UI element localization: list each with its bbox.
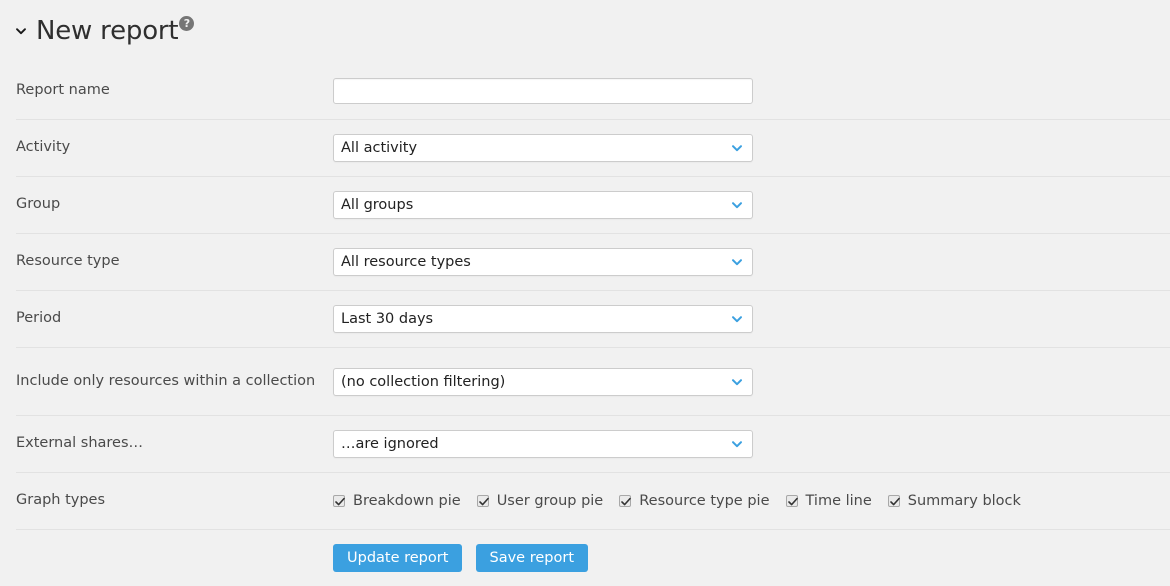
field-resource-type: All resource types (333, 248, 1170, 276)
update-report-button[interactable]: Update report (333, 544, 463, 572)
label-collection: Include only resources within a collecti… (16, 372, 316, 389)
graph-type-option[interactable]: User group pie (476, 493, 604, 509)
form-row-activity: Activity All activity (16, 119, 1170, 176)
graph-type-label: Time line (805, 493, 872, 509)
collection-select[interactable]: (no collection filtering) (333, 367, 753, 396)
page-header: New report ? (0, 0, 1170, 62)
resource-type-select[interactable]: All resource types (333, 248, 753, 276)
label-activity: Activity (16, 139, 71, 156)
report-name-input[interactable] (333, 77, 753, 104)
help-icon[interactable]: ? (179, 15, 195, 31)
group-select[interactable]: All groups (333, 191, 753, 219)
graph-type-label: Resource type pie (639, 493, 770, 509)
graph-type-label: Breakdown pie (353, 493, 461, 509)
resource-type-select-value[interactable]: All resource types (333, 248, 753, 276)
graph-type-option[interactable]: Resource type pie (619, 493, 770, 509)
graph-type-option[interactable]: Time line (785, 493, 872, 509)
checkbox-checked-icon[interactable] (785, 495, 798, 507)
form-row-collection: Include only resources within a collecti… (16, 347, 1170, 415)
save-report-button[interactable]: Save report (475, 544, 589, 572)
graph-type-option[interactable]: Summary block (887, 493, 1021, 509)
label-external-shares: External shares… (16, 435, 144, 452)
form-row-group: Group All groups (16, 176, 1170, 233)
checkbox-checked-icon[interactable] (333, 495, 345, 507)
field-graph-types: Breakdown pie User group pie Resource type… (333, 493, 1170, 509)
graph-type-label: User group pie (496, 493, 604, 509)
form-row-report-name: Report name (16, 62, 1170, 119)
label-group: Group (16, 196, 61, 213)
collection-select-value[interactable]: (no collection filtering) (333, 367, 753, 396)
label-period: Period (16, 310, 62, 327)
report-form: Report name Activity All activity Group … (0, 62, 1170, 586)
chevron-down-icon[interactable] (12, 22, 30, 40)
label-graph-types: Graph types (16, 492, 106, 509)
graph-type-label: Summary block (907, 493, 1021, 509)
form-row-graph-types: Graph types Breakdown pie User group pie R… (16, 472, 1170, 529)
form-actions-row: Update report Save report (16, 529, 1170, 586)
field-activity: All activity (333, 134, 1170, 162)
form-row-resource-type: Resource type All resource types (16, 233, 1170, 290)
period-select[interactable]: Last 30 days (333, 305, 753, 333)
external-shares-select[interactable]: …are ignored (333, 430, 753, 458)
period-select-value[interactable]: Last 30 days (333, 305, 753, 333)
checkbox-checked-icon[interactable] (476, 495, 489, 507)
page-title: New report (36, 16, 179, 46)
label-report-name: Report name (16, 81, 110, 98)
checkbox-checked-icon[interactable] (887, 495, 900, 507)
field-report-name (333, 77, 1170, 104)
activity-select-value[interactable]: All activity (333, 134, 753, 162)
checkbox-checked-icon[interactable] (619, 495, 632, 507)
graph-type-option[interactable]: Breakdown pie (333, 493, 461, 509)
activity-select[interactable]: All activity (333, 134, 753, 162)
field-external-shares: …are ignored (333, 430, 1170, 458)
field-group: All groups (333, 191, 1170, 219)
field-actions: Update report Save report (333, 544, 589, 572)
field-period: Last 30 days (333, 305, 1170, 333)
group-select-value[interactable]: All groups (333, 191, 753, 219)
graph-types-checkbox-group: Breakdown pie User group pie Resource type… (333, 493, 1021, 509)
external-shares-select-value[interactable]: …are ignored (333, 430, 753, 458)
form-row-period: Period Last 30 days (16, 290, 1170, 347)
form-row-external-shares: External shares… …are ignored (16, 415, 1170, 472)
label-resource-type: Resource type (16, 253, 120, 270)
field-collection: (no collection filtering) (333, 367, 1170, 396)
